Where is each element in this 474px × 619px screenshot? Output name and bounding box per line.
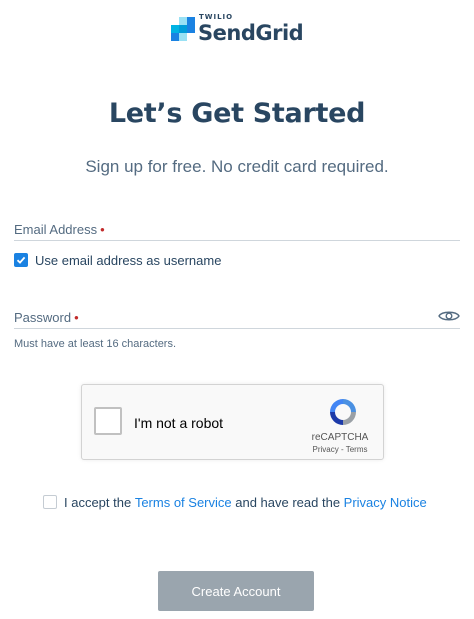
use-email-username-row[interactable]: Use email address as username — [14, 252, 221, 268]
required-marker: • — [74, 310, 79, 325]
recaptcha-links: Privacy - Terms — [312, 445, 368, 454]
recaptcha-terms-link[interactable]: Terms — [346, 445, 368, 454]
recaptcha-checkbox[interactable] — [94, 407, 122, 435]
eye-icon[interactable] — [438, 309, 460, 323]
use-email-username-label: Use email address as username — [35, 252, 222, 268]
required-marker: • — [100, 222, 105, 237]
accept-terms-checkbox[interactable] — [43, 495, 57, 509]
terms-row[interactable]: I accept the Terms of Service and have r… — [43, 494, 427, 510]
logo-sendgrid-text: SendGrid — [198, 21, 304, 45]
recaptcha-brand: reCAPTCHA — [311, 432, 369, 443]
use-email-username-checkbox[interactable] — [14, 253, 28, 267]
sendgrid-logo: TWILIO SendGrid — [171, 13, 304, 45]
recaptcha-widget[interactable]: I'm not a robot reCAPTCHA Privacy - Term… — [81, 384, 384, 460]
privacy-notice-link[interactable]: Privacy Notice — [344, 495, 427, 510]
create-account-button[interactable]: Create Account — [158, 571, 314, 611]
password-label: Password • — [14, 310, 79, 325]
email-label: Email Address • — [14, 222, 105, 237]
logo-twilio-text: TWILIO — [199, 13, 234, 21]
terms-middle: and have read the — [231, 494, 344, 510]
recaptcha-label: I'm not a robot — [134, 415, 224, 431]
recaptcha-privacy-link[interactable]: Privacy — [313, 445, 339, 454]
sendgrid-logo-mark-icon — [171, 17, 195, 41]
terms-of-service-link[interactable]: Terms of Service — [135, 495, 232, 510]
email-field[interactable]: Email Address • — [14, 216, 460, 241]
page-subtitle: Sign up for free. No credit card require… — [85, 157, 389, 176]
page-title: Let’s Get Started — [108, 98, 366, 129]
password-hint: Must have at least 16 characters. — [14, 338, 177, 350]
recaptcha-icon — [330, 399, 356, 425]
checkmark-icon — [16, 256, 26, 264]
terms-prefix: I accept the — [64, 494, 135, 510]
password-field[interactable]: Password • — [14, 304, 460, 329]
